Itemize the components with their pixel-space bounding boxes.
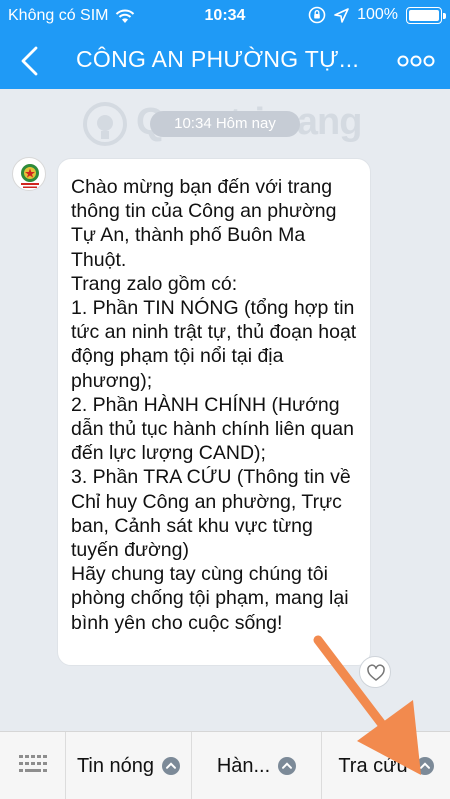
- chevron-up-circle-icon: [278, 757, 297, 775]
- page-title: CÔNG AN PHƯỜNG TỰ...: [76, 46, 360, 72]
- message-bubble[interactable]: Chào mừng bạn đến với trang thông tin củ…: [57, 158, 371, 666]
- menu-label-tin-nong: Tin nóng: [76, 754, 155, 777]
- keyboard-toggle-button[interactable]: [0, 732, 66, 799]
- more-dots-icon[interactable]: [396, 51, 436, 71]
- menu-label-hanh-chinh: Hàn...: [216, 754, 271, 777]
- bottom-menu: Tin nóng Hàn... Tra cứu: [0, 731, 450, 799]
- status-right: 100%: [308, 6, 446, 24]
- chevron-up-circle-icon: [162, 757, 181, 775]
- battery-icon: [406, 6, 446, 24]
- chat-header: CÔNG AN PHƯỜNG TỰ...: [0, 33, 450, 89]
- status-bar: Không có SIM 10:34 100%: [0, 0, 450, 33]
- menu-item-tin-nong[interactable]: Tin nóng: [66, 732, 192, 799]
- heart-icon: [367, 664, 385, 681]
- police-badge-icon: [21, 164, 39, 188]
- like-button[interactable]: [359, 656, 391, 688]
- menu-item-hanh-chinh[interactable]: Hàn...: [192, 732, 322, 799]
- keyboard-icon: [19, 755, 47, 772]
- avatar[interactable]: [12, 157, 46, 191]
- location-icon: [334, 7, 349, 23]
- orientation-lock-icon: [308, 6, 326, 24]
- battery-percent: 100%: [357, 6, 398, 23]
- message-text: Chào mừng bạn đến với trang thông tin củ…: [71, 176, 357, 634]
- back-icon[interactable]: [16, 45, 46, 77]
- lightbulb-icon: [83, 102, 127, 146]
- chat-timestamp: 10:34 Hôm nay: [150, 111, 300, 137]
- menu-item-tra-cuu[interactable]: Tra cứu: [322, 732, 450, 799]
- chat-area[interactable]: Quantrimang 10:34 Hôm nay Chào mừng bạn …: [0, 89, 450, 731]
- chevron-up-circle-icon: [415, 757, 434, 775]
- menu-label-tra-cuu: Tra cứu: [338, 754, 408, 777]
